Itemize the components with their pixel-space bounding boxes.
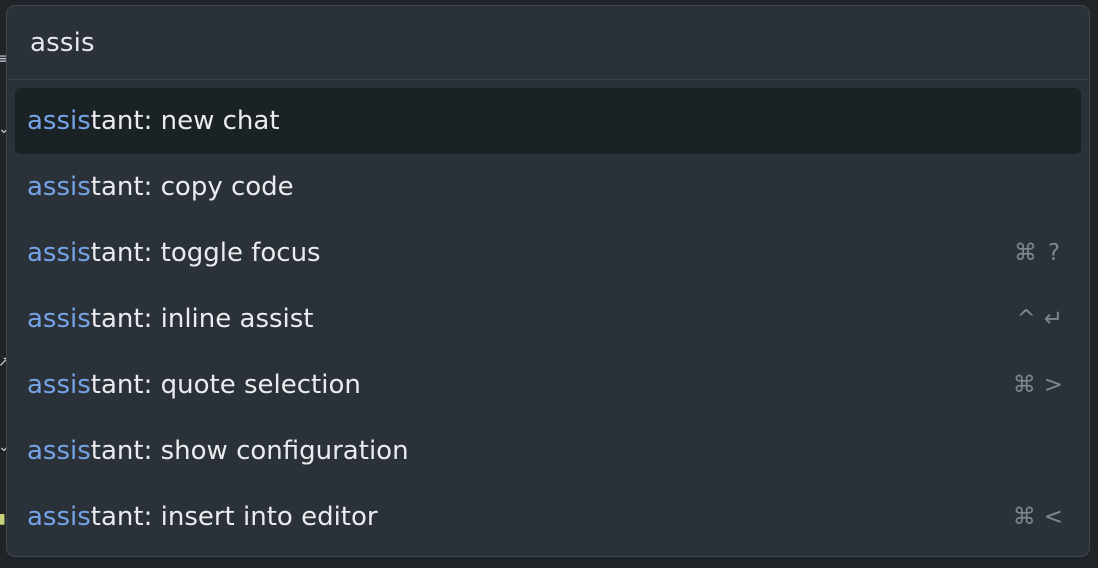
keybinding: ⌘ <: [1013, 484, 1063, 550]
keybinding: ⌘ >: [1013, 352, 1063, 418]
command-rest: tant: toggle focus: [90, 238, 321, 268]
command-rest: tant: inline assist: [90, 304, 314, 334]
command-label: assistant: toggle focus: [27, 238, 321, 268]
command-key-icon: ⌘: [1012, 372, 1036, 398]
match-highlight: assis: [27, 436, 91, 466]
command-palette: assistant: new chat assistant: copy code…: [6, 5, 1090, 557]
command-item[interactable]: assistant: quote selection ⌘ >: [15, 352, 1081, 418]
command-label: assistant: copy code: [27, 172, 294, 202]
command-search-input[interactable]: [30, 27, 930, 58]
command-item[interactable]: assistant: insert into editor ⌘ <: [15, 484, 1081, 550]
command-label: assistant: insert into editor: [27, 502, 378, 532]
match-highlight: assis: [27, 304, 91, 334]
match-highlight: assis: [27, 370, 91, 400]
match-highlight: assis: [27, 172, 91, 202]
match-highlight: assis: [27, 106, 91, 136]
return-key-icon: ↵: [1043, 306, 1063, 332]
match-highlight: assis: [27, 238, 91, 268]
command-rest: tant: insert into editor: [90, 502, 378, 532]
command-rest: tant: copy code: [90, 172, 294, 202]
query-bar: [7, 6, 1089, 80]
command-key-icon: ⌘: [1014, 240, 1037, 266]
command-rest: tant: show configuration: [90, 436, 409, 466]
command-key-icon: ⌘: [1012, 504, 1036, 530]
key: >: [1043, 372, 1063, 398]
command-label: assistant: show configuration: [27, 436, 409, 466]
command-rest: tant: quote selection: [90, 370, 361, 400]
match-highlight: assis: [27, 502, 91, 532]
key: ?: [1047, 240, 1061, 266]
command-item[interactable]: assistant: inline assist ^ ↵: [15, 286, 1081, 352]
results-list: assistant: new chat assistant: copy code…: [7, 88, 1089, 550]
keybinding: ⌘ ?: [1014, 220, 1063, 286]
command-item[interactable]: assistant: toggle focus ⌘ ?: [15, 220, 1081, 286]
command-rest: tant: new chat: [90, 106, 280, 136]
command-label: assistant: quote selection: [27, 370, 361, 400]
command-label: assistant: inline assist: [27, 304, 314, 334]
control-key-icon: ^: [1016, 306, 1036, 332]
command-item[interactable]: assistant: show configuration: [15, 418, 1081, 484]
keybinding: ^ ↵: [1016, 286, 1063, 352]
command-item[interactable]: assistant: new chat: [15, 88, 1081, 154]
command-label: assistant: new chat: [27, 106, 280, 136]
key: <: [1043, 504, 1063, 530]
command-item[interactable]: assistant: copy code: [15, 154, 1081, 220]
